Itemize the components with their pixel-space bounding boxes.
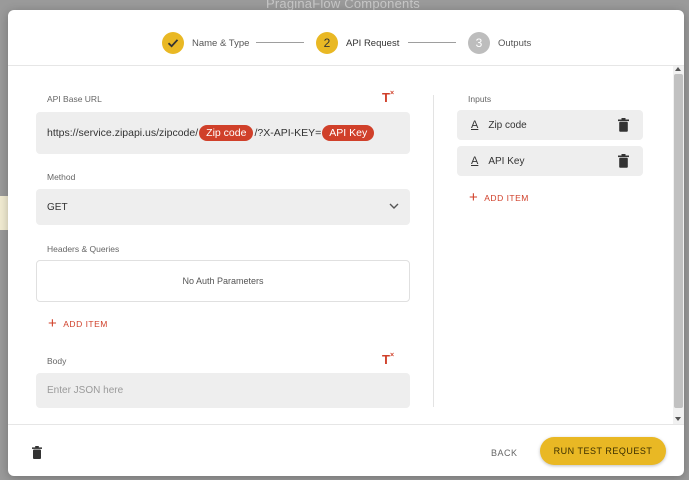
clear-format-icon[interactable]: T× (382, 352, 394, 367)
step-label: Name & Type (192, 37, 250, 49)
step-api-request[interactable]: 2 API Request (316, 32, 399, 54)
inputs-title: Inputs (468, 94, 492, 104)
plus-icon: + (48, 315, 58, 332)
method-value: GET (47, 201, 68, 213)
api-base-url-field[interactable]: https://service.zipapi.us/zipcode/ Zip c… (36, 112, 410, 154)
api-request-dialog: Name & Type 2 API Request 3 Outputs API … (8, 10, 684, 476)
method-select[interactable]: GET (36, 189, 410, 225)
body-placeholder: Enter JSON here (47, 385, 124, 396)
stepper: Name & Type 2 API Request 3 Outputs (8, 10, 684, 66)
input-item-zip-code[interactable]: A Zip code (457, 110, 643, 140)
check-icon (162, 32, 184, 54)
footer-divider (8, 424, 684, 425)
step-connector (256, 42, 304, 43)
trash-icon[interactable] (618, 118, 629, 132)
panel-divider (433, 95, 434, 407)
scroll-down-icon[interactable] (675, 417, 681, 421)
add-item-label: ADD ITEM (63, 318, 108, 329)
trash-icon[interactable] (32, 446, 42, 459)
text-type-icon: A (471, 119, 479, 131)
step-number: 2 (316, 32, 338, 54)
step-name-type[interactable]: Name & Type (162, 32, 249, 54)
input-item-api-key[interactable]: A API Key (457, 146, 643, 176)
plus-icon: + (469, 189, 479, 206)
step-label: Outputs (498, 37, 532, 49)
trash-icon[interactable] (618, 154, 629, 168)
api-base-url-label: API Base URL (47, 94, 102, 104)
input-item-label: Zip code (488, 119, 527, 131)
run-test-request-button[interactable]: RUN TEST REQUEST (540, 437, 666, 465)
input-item-label: API Key (488, 155, 525, 167)
add-item-label: ADD ITEM (484, 192, 529, 203)
headers-empty-text: No Auth Parameters (182, 276, 264, 286)
add-input-button[interactable]: + ADD ITEM (469, 190, 529, 205)
scroll-up-icon[interactable] (675, 67, 681, 71)
url-text: /?X-API-KEY= (254, 127, 322, 139)
step-connector (408, 42, 456, 43)
body-json-field[interactable]: Enter JSON here (36, 373, 410, 408)
clear-format-icon[interactable]: T× (382, 90, 394, 105)
step-label: API Request (346, 37, 400, 49)
headers-list: No Auth Parameters (36, 260, 410, 302)
step-number: 3 (468, 32, 490, 54)
add-header-button[interactable]: + ADD ITEM (48, 316, 108, 331)
background-strip (0, 196, 8, 230)
method-label: Method (47, 172, 76, 182)
headers-queries-label: Headers & Queries (47, 244, 120, 254)
variable-chip-api-key[interactable]: API Key (322, 125, 375, 141)
chevron-down-icon (389, 203, 399, 209)
text-type-icon: A (471, 155, 479, 167)
scrollbar-thumb[interactable] (674, 74, 683, 408)
step-outputs[interactable]: 3 Outputs (468, 32, 531, 54)
back-button[interactable]: BACK (483, 444, 526, 462)
body-label: Body (47, 356, 67, 366)
variable-chip-zip-code[interactable]: Zip code (199, 125, 254, 141)
url-text: https://service.zipapi.us/zipcode/ (47, 127, 199, 139)
